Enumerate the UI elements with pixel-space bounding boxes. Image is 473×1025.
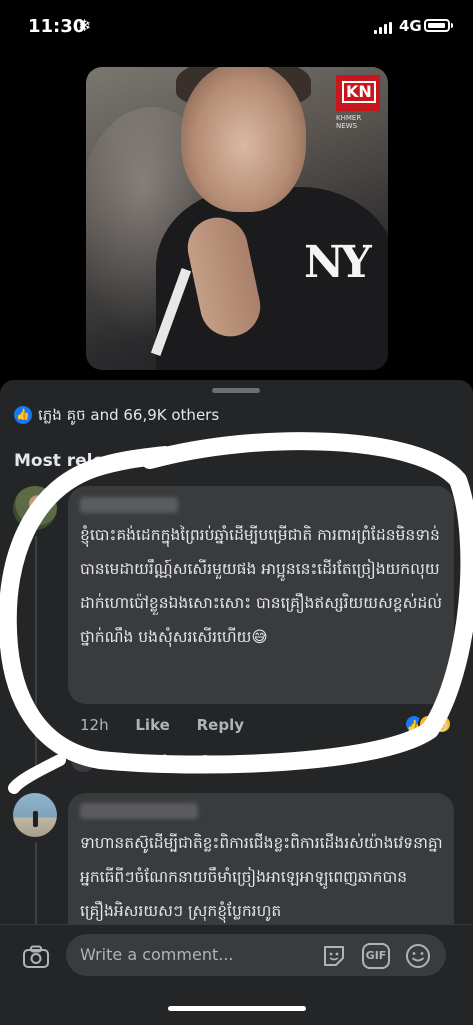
comment-text: ទាហានតស៊ូដើម្បីជាតិខ្លះពិការជើងខ្លះពិការ…	[80, 834, 443, 920]
thread-line	[35, 536, 37, 771]
avatar[interactable]	[13, 793, 57, 837]
network-type: 4G	[399, 17, 422, 35]
commenter-name-blurred	[80, 497, 178, 513]
post-photo[interactable]: NY KN KHMER NEWS	[86, 67, 388, 370]
sticker-icon[interactable]	[321, 943, 347, 969]
like-button[interactable]: Like	[135, 716, 169, 734]
camera-icon[interactable]	[22, 945, 50, 969]
sort-dropdown[interactable]: Most releva	[14, 451, 127, 471]
status-time: 11:30	[28, 16, 86, 37]
news-logo: KN	[336, 75, 380, 111]
reactions-text: ភ្លេង គូច and 66,9K others	[38, 406, 220, 424]
home-indicator	[168, 1006, 306, 1011]
sheet-drag-handle[interactable]	[212, 388, 260, 393]
cell-signal-icon	[374, 22, 394, 34]
reply-summary: re… replies	[239, 752, 330, 770]
reply-author: Borysokun Oren	[104, 752, 240, 770]
view-replies-link[interactable]: Borysokun Oren re… replies	[104, 752, 329, 770]
snowflake-icon: ❄	[78, 16, 92, 35]
avatar[interactable]	[13, 486, 57, 530]
thread-line	[35, 842, 37, 932]
emoji-icon[interactable]	[405, 943, 431, 969]
like-icon: 👍	[14, 406, 32, 424]
status-bar: 11:30 ❄ 4G	[0, 0, 473, 58]
comment-time: 12h	[80, 716, 109, 734]
comment-reactions[interactable]: 👍 😆 😥	[404, 714, 464, 736]
news-logo-subtitle: KHMER NEWS	[336, 114, 362, 130]
comment-text: ខ្ញុំបោះគង់ដេកក្នុងព្រៃរប់ឆ្នាំដើម្បីបម្…	[80, 526, 443, 646]
gif-icon[interactable]: GIF	[362, 943, 390, 969]
reply-avatar	[71, 748, 95, 772]
reply-button[interactable]: Reply	[197, 716, 244, 734]
battery-icon	[424, 19, 450, 32]
shirt-logo: NY	[304, 237, 372, 288]
comment-actions: 12h Like Reply	[80, 716, 266, 734]
commenter-name-blurred	[80, 803, 198, 819]
comment-input-placeholder: Write a comment...	[80, 945, 234, 964]
sad-reaction-icon: 😥	[432, 714, 452, 734]
